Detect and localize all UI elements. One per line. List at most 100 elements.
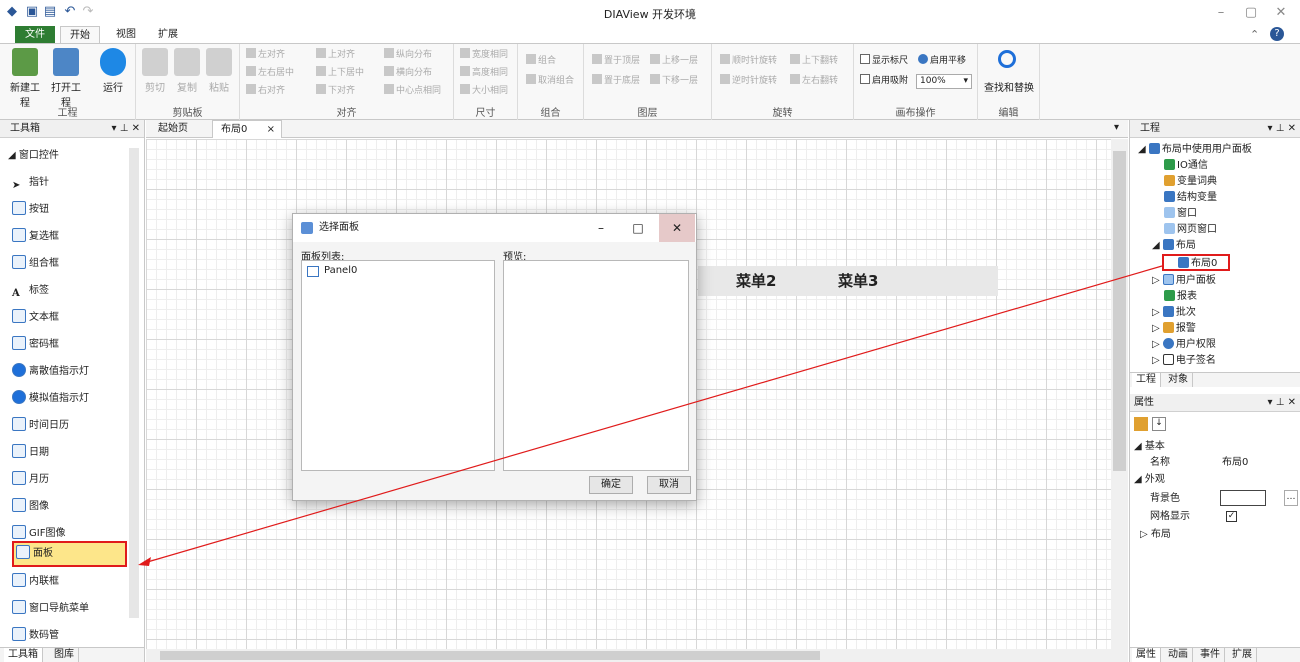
- panel-controls-icon[interactable]: ▾ ⊥ ✕: [112, 120, 140, 138]
- tab-home[interactable]: 开始: [60, 26, 100, 43]
- panel-list-item[interactable]: Panel0: [307, 265, 357, 277]
- align-vcenter-button[interactable]: 上下居中: [316, 66, 364, 80]
- same-width-button[interactable]: 宽度相同: [460, 48, 508, 62]
- toolbox-item-month-calendar[interactable]: 月历: [12, 470, 49, 490]
- tree-item-alarm[interactable]: ▷ 报警: [1152, 321, 1196, 336]
- tree-item-io[interactable]: IO通信: [1164, 158, 1208, 173]
- canvas-menu-3[interactable]: 菜单3: [838, 266, 878, 296]
- toolbox-item-button[interactable]: 按钮: [12, 200, 49, 220]
- tab-project[interactable]: 工程: [1132, 373, 1161, 387]
- collapse-ribbon-icon[interactable]: ⌃: [1250, 28, 1259, 41]
- flip-vertical-button[interactable]: 上下翻转: [790, 54, 838, 68]
- toolbox-item-panel[interactable]: 面板: [12, 541, 127, 567]
- show-ruler-checkbox[interactable]: 显示标尺: [860, 54, 908, 68]
- tab-file[interactable]: 文件: [15, 26, 55, 43]
- toolbox-item-label[interactable]: A 标签: [12, 281, 49, 301]
- paste-button[interactable]: 粘贴: [204, 48, 234, 94]
- enable-pan-button[interactable]: 启用平移: [918, 54, 966, 68]
- find-replace-button[interactable]: 查找和替换: [982, 48, 1036, 94]
- tab-objects[interactable]: 对象: [1164, 373, 1193, 387]
- toolbox-item-digital-tube[interactable]: 数码管: [12, 626, 59, 646]
- tab-layout0[interactable]: 布局0 ×: [212, 120, 282, 138]
- bring-to-front-button[interactable]: 置于顶层: [592, 54, 640, 68]
- toolbox-item-image[interactable]: 图像: [12, 497, 49, 517]
- help-icon[interactable]: ?: [1270, 27, 1284, 41]
- new-project-button[interactable]: 新建工程: [6, 48, 44, 109]
- distribute-horizontal-button[interactable]: 横向分布: [384, 66, 432, 80]
- tree-item-permissions[interactable]: ▷ 用户权限: [1152, 337, 1216, 352]
- align-left-button[interactable]: 左对齐: [246, 48, 285, 62]
- group-button[interactable]: 组合: [526, 54, 556, 68]
- align-bottom-button[interactable]: 下对齐: [316, 84, 355, 98]
- tree-item-webwindow[interactable]: 网页窗口: [1164, 222, 1217, 237]
- canvas-horizontal-scrollbar[interactable]: [146, 649, 1128, 662]
- align-hcenter-button[interactable]: 左右居中: [246, 66, 294, 80]
- dialog-minimize-button[interactable]: –: [583, 214, 619, 242]
- bg-color-picker-button[interactable]: …: [1284, 490, 1298, 506]
- sort-alpha-icon[interactable]: ↓: [1152, 417, 1166, 431]
- tree-item-layout0[interactable]: 布局0: [1162, 254, 1230, 271]
- tree-item-esign[interactable]: ▷ 电子签名: [1152, 353, 1216, 368]
- flip-horizontal-button[interactable]: 左右翻转: [790, 74, 838, 88]
- zoom-select[interactable]: 100% ▾: [916, 74, 972, 89]
- toolbox-item-time-calendar[interactable]: 时间日历: [12, 416, 69, 436]
- scroll-thumb[interactable]: [160, 651, 820, 660]
- panel-controls-icon[interactable]: ▾ ⊥ ✕: [1268, 394, 1296, 412]
- same-size-button[interactable]: 大小相同: [460, 84, 508, 98]
- tab-start-page[interactable]: 起始页: [150, 120, 196, 138]
- tree-item-report[interactable]: 报表: [1164, 289, 1197, 304]
- toolbox-item-iframe[interactable]: 内联框: [12, 572, 59, 592]
- send-to-back-button[interactable]: 置于底层: [592, 74, 640, 88]
- prop-category-appearance[interactable]: ◢ 外观: [1134, 472, 1165, 488]
- rotate-ccw-button[interactable]: 逆时针旋转: [720, 74, 777, 88]
- close-button[interactable]: ✕: [1266, 2, 1296, 24]
- tree-item-window[interactable]: 窗口: [1164, 206, 1197, 221]
- tree-item-batch[interactable]: ▷ 批次: [1152, 305, 1196, 320]
- toolbox-category[interactable]: ◢ 窗口控件: [8, 146, 59, 166]
- prop-category-basic[interactable]: ◢ 基本: [1134, 439, 1165, 455]
- ok-button[interactable]: 确定: [589, 476, 633, 494]
- rotate-cw-button[interactable]: 顺时针旋转: [720, 54, 777, 68]
- minimize-button[interactable]: –: [1206, 2, 1236, 24]
- cut-button[interactable]: 剪切: [140, 48, 170, 94]
- grid-display-checkbox[interactable]: ✓: [1226, 511, 1237, 522]
- toolbox-item-pointer[interactable]: ➤ 指针: [12, 173, 49, 193]
- toolbox-item-nav-menu[interactable]: 窗口导航菜单: [12, 599, 89, 619]
- maximize-button[interactable]: ▢: [1236, 2, 1266, 24]
- tab-toolbox[interactable]: 工具箱: [4, 648, 43, 662]
- toolbox-scrollbar[interactable]: [129, 148, 139, 618]
- tree-item-struct[interactable]: 结构变量: [1164, 190, 1217, 205]
- ungroup-button[interactable]: 取消组合: [526, 74, 574, 88]
- tab-extend[interactable]: 扩展: [150, 26, 186, 43]
- toolbox-item-checkbox[interactable]: 复选框: [12, 227, 59, 247]
- toolbox-item-textbox[interactable]: 文本框: [12, 308, 59, 328]
- distribute-vertical-button[interactable]: 纵向分布: [384, 48, 432, 62]
- toolbox-item-date[interactable]: 日期: [12, 443, 49, 463]
- tab-list-chevron-icon[interactable]: ▾: [1114, 122, 1119, 133]
- scroll-thumb[interactable]: [1113, 151, 1126, 471]
- open-project-button[interactable]: 打开工程: [47, 48, 85, 109]
- tree-item-layout[interactable]: ◢ 布局: [1152, 238, 1196, 253]
- cancel-button[interactable]: 取消: [647, 476, 691, 494]
- tab-extend-prop[interactable]: 扩展: [1228, 648, 1257, 662]
- tree-item-user-panel[interactable]: ▷ 用户面板: [1152, 273, 1216, 288]
- tab-gallery[interactable]: 图库: [50, 648, 79, 662]
- dialog-close-button[interactable]: ✕: [659, 214, 695, 242]
- tree-item-variables[interactable]: 变量词典: [1164, 174, 1217, 189]
- tab-properties[interactable]: 属性: [1132, 648, 1161, 662]
- toolbox-item-combobox[interactable]: 组合框: [12, 254, 59, 274]
- categorized-icon[interactable]: [1134, 417, 1148, 431]
- align-right-button[interactable]: 右对齐: [246, 84, 285, 98]
- toolbox-item-analog-light[interactable]: 模拟值指示灯: [12, 389, 89, 409]
- canvas-menu-2[interactable]: 菜单2: [736, 266, 776, 296]
- toolbox-item-password[interactable]: 密码框: [12, 335, 59, 355]
- toolbox-item-discrete-light[interactable]: 离散值指示灯: [12, 362, 89, 382]
- move-down-button[interactable]: 下移一层: [650, 74, 698, 88]
- move-up-button[interactable]: 上移一层: [650, 54, 698, 68]
- bg-color-swatch[interactable]: [1220, 490, 1266, 506]
- panel-controls-icon[interactable]: ▾ ⊥ ✕: [1268, 120, 1296, 138]
- copy-button[interactable]: 复制: [172, 48, 202, 94]
- run-button[interactable]: 运行: [98, 48, 128, 94]
- center-same-button[interactable]: 中心点相同: [384, 84, 441, 98]
- prop-name-value[interactable]: 布局0: [1222, 455, 1248, 471]
